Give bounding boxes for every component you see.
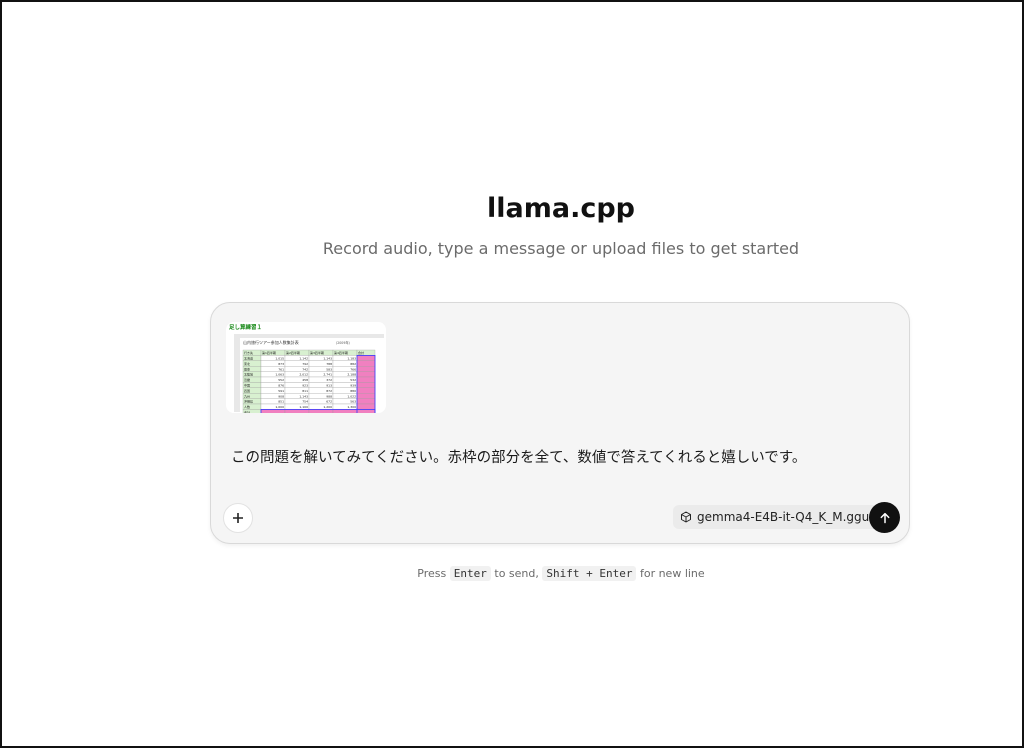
cell-value: 東北 — [244, 361, 250, 366]
cell-value: 552 — [278, 378, 284, 382]
table-cell — [356, 376, 376, 383]
cell-value: 913 — [326, 384, 332, 388]
arrow-up-icon — [880, 512, 889, 523]
cell-value: 458 — [302, 378, 308, 382]
cell-value: 北海道 — [244, 356, 253, 361]
cell-value: 2,188 — [347, 373, 356, 377]
table-cell — [284, 409, 310, 413]
spreadsheet-image: 足し算練習１ 山内旅行ツアー参加人数集計表 (2009年) 行き先 第1四半期 第2… — [226, 322, 386, 413]
table-cell — [356, 393, 376, 399]
cell-value: 583 — [326, 367, 332, 371]
column-header: 第1四半期 — [262, 350, 276, 355]
cell-value: 合計 — [244, 410, 250, 414]
cell-value: 792 — [302, 362, 308, 366]
cell-value: 1,300 — [347, 405, 356, 409]
cell-value: 872 — [326, 389, 332, 393]
table-cell — [356, 398, 376, 405]
cell-value: 880 — [350, 389, 356, 393]
column-header: 第4四半期 — [334, 350, 348, 355]
cell-value: 882 — [350, 362, 356, 366]
cell-value: 四国 — [244, 388, 250, 393]
plus-icon — [233, 513, 243, 523]
cell-value: 2,012 — [299, 373, 308, 377]
table-cell — [356, 409, 376, 413]
cell-value: 1,000 — [275, 405, 284, 409]
cell-value: 中国 — [244, 383, 250, 388]
cell-value: 591 — [278, 389, 284, 393]
cell-value: 988 — [326, 394, 332, 398]
cell-value: 1,100 — [299, 405, 308, 409]
table-cell — [356, 366, 376, 372]
add-attachment-button[interactable] — [223, 503, 253, 533]
hint-to-send: to send, — [494, 567, 539, 580]
table-cell — [356, 371, 376, 378]
cell-value: 1,183 — [347, 357, 356, 361]
cell-value: 766 — [350, 367, 356, 371]
table-cell — [356, 403, 376, 410]
cube-icon — [681, 511, 691, 523]
cell-value: 873 — [278, 362, 284, 366]
hint-new-line: for new line — [639, 567, 705, 580]
cell-value: 811 — [302, 389, 308, 393]
cell-value: 532 — [350, 378, 356, 382]
model-selector[interactable]: gemma4-E4B-it-Q4_K_M.gguf — [673, 505, 881, 529]
attachment-thumbnail[interactable]: 足し算練習１ 山内旅行ツアー参加人数集計表 (2009年) 行き先 第1四半期 第2… — [226, 322, 386, 413]
cell-value: 761 — [278, 367, 284, 371]
model-name: gemma4-E4B-it-Q4_K_M.gguf — [697, 510, 874, 524]
cell-value: 908 — [278, 394, 284, 398]
cell-value: 近畿 — [244, 377, 250, 382]
cell-value: 563 — [350, 400, 356, 404]
cell-value: 372 — [326, 378, 332, 382]
cell-value: 沖縄県 — [244, 399, 253, 404]
cell-value: 1,063 — [275, 373, 284, 377]
cell-value: 北陸地 — [244, 372, 253, 377]
sheet-title: 足し算練習１ — [229, 323, 262, 331]
cell-value: 人数 — [244, 404, 250, 409]
keyboard-hint: Press Enter to send, Shift + Enter for n… — [0, 566, 1024, 581]
enter-key-badge: Enter — [449, 566, 491, 581]
table-cell — [260, 409, 286, 413]
table-title: 山内旅行ツアー参加人数集計表 — [243, 339, 299, 345]
column-header: 第2四半期 — [286, 350, 300, 355]
cell-value: 1,200 — [323, 405, 332, 409]
table-cell — [308, 409, 334, 413]
table-cell — [356, 382, 376, 388]
cell-value: 876 — [278, 384, 284, 388]
cell-value: 851 — [278, 400, 284, 404]
cell-value: 関東 — [244, 366, 250, 371]
send-button[interactable] — [869, 502, 900, 533]
hint-press: Press — [417, 567, 447, 580]
page-subtitle: Record audio, type a message or upload f… — [322, 239, 800, 258]
column-header: 合計 — [358, 350, 364, 355]
spreadsheet-table: 行き先 第1四半期 第2四半期 第3四半期 第4四半期 合計北海道 1,015 1,142 1,… — [242, 349, 376, 414]
cell-value: 2,741 — [323, 373, 332, 377]
shift-enter-key-badge: Shift + Enter — [542, 566, 637, 581]
table-cell — [356, 355, 376, 361]
cell-value: 923 — [302, 384, 308, 388]
cell-value: 939 — [350, 384, 356, 388]
cell-value: 1,015 — [275, 357, 284, 361]
column-header: 行き先 — [244, 350, 253, 355]
page-title: llama.cpp — [487, 193, 635, 224]
cell-value: 1,022 — [347, 394, 356, 398]
cell-value: 九州 — [244, 393, 250, 398]
column-header: 第3四半期 — [310, 350, 324, 355]
cell-value: 754 — [302, 400, 308, 404]
cell-value: 788 — [326, 362, 332, 366]
cell-value: 742 — [302, 367, 308, 371]
table-cell — [356, 387, 376, 394]
cell-value: 1,143 — [299, 394, 308, 398]
cell-value: 1,142 — [299, 357, 308, 361]
table-cell — [332, 409, 358, 413]
message-input[interactable]: この問題を解いてみてください。赤枠の部分を全て、数値で答えてくれると嬉しいです。 — [231, 446, 806, 467]
cell-value: 1,143 — [323, 357, 332, 361]
chat-composer: 足し算練習１ 山内旅行ツアー参加人数集計表 (2009年) 行き先 第1四半期 第2… — [210, 302, 910, 544]
table-cell — [356, 360, 376, 367]
cell-value: 672 — [326, 400, 332, 404]
unit-note: (2009年) — [336, 340, 350, 345]
